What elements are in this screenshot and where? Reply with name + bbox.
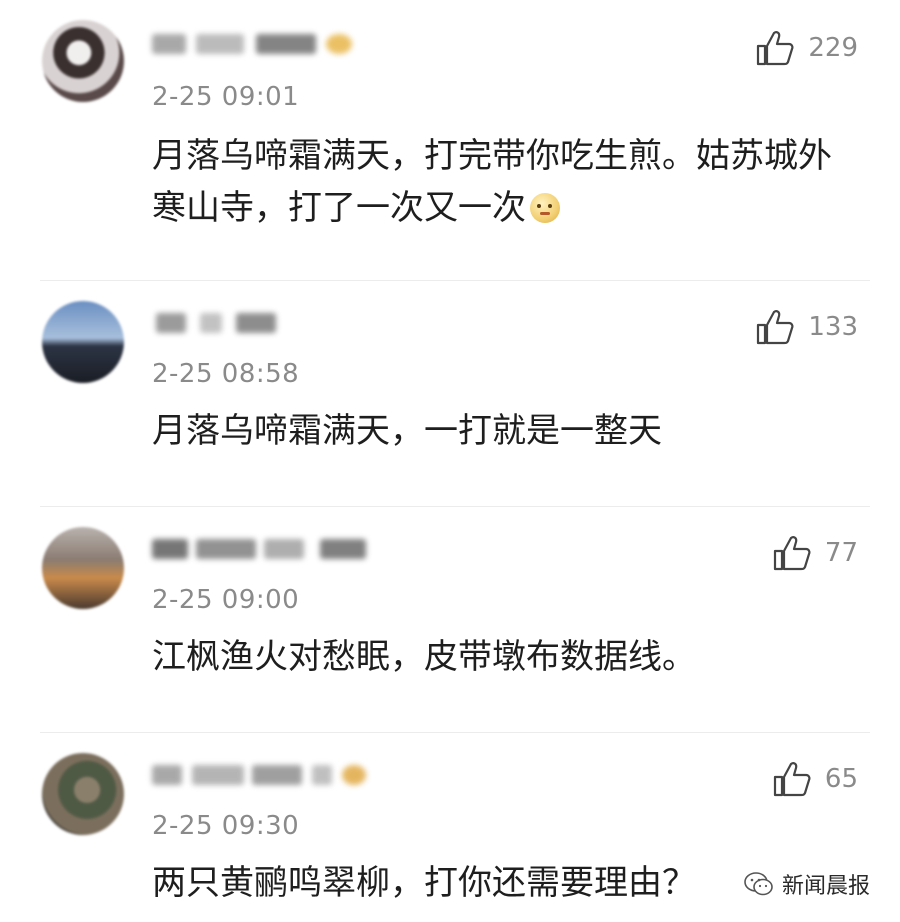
username-redacted[interactable] [152,761,392,791]
thumbs-up-icon [773,536,811,571]
comment-item: 2-25 08:58 133 月落乌啼霜满天，一打就是一整天 [0,281,900,506]
username-redacted[interactable] [152,535,392,565]
avatar[interactable] [42,753,124,835]
comment-item: 2-25 09:01 229 月落乌啼霜满天，打完带你吃生煎。姑苏城外寒山寺，打… [0,0,900,280]
like-count: 133 [808,312,858,342]
like-count: 77 [824,538,858,568]
like-button[interactable]: 229 [756,30,858,66]
comment-text: 江枫渔火对愁眠，皮带墩布数据线。 [152,637,696,677]
avatar[interactable] [42,20,124,102]
like-button[interactable]: 77 [773,535,858,571]
thumbs-up-icon [773,762,811,797]
wechat-icon [744,872,773,896]
like-count: 229 [808,33,858,63]
username-redacted[interactable] [152,309,392,339]
like-count: 65 [824,764,858,794]
grinning-face-icon [530,193,560,223]
comment-timestamp: 2-25 08:58 [152,359,300,389]
comment-timestamp: 2-25 09:00 [152,585,300,615]
comment-text: 月落乌啼霜满天，打完带你吃生煎。姑苏城外寒山寺，打了一次又一次 [152,136,832,228]
thumbs-up-icon [757,31,794,66]
comment-timestamp: 2-25 09:01 [152,82,300,112]
avatar[interactable] [42,527,124,609]
thumbs-up-icon [757,310,794,345]
like-button[interactable]: 65 [773,761,858,797]
comment-item: 2-25 09:00 77 江枫渔火对愁眠，皮带墩布数据线。 [0,507,900,732]
comment-timestamp: 2-25 09:30 [152,811,300,841]
watermark: 新闻晨报 [744,868,870,900]
comment-text: 月落乌啼霜满天，一打就是一整天 [152,411,662,451]
avatar[interactable] [42,301,124,383]
username-redacted[interactable] [152,30,392,60]
like-button[interactable]: 133 [756,309,858,345]
watermark-text: 新闻晨报 [781,874,870,899]
